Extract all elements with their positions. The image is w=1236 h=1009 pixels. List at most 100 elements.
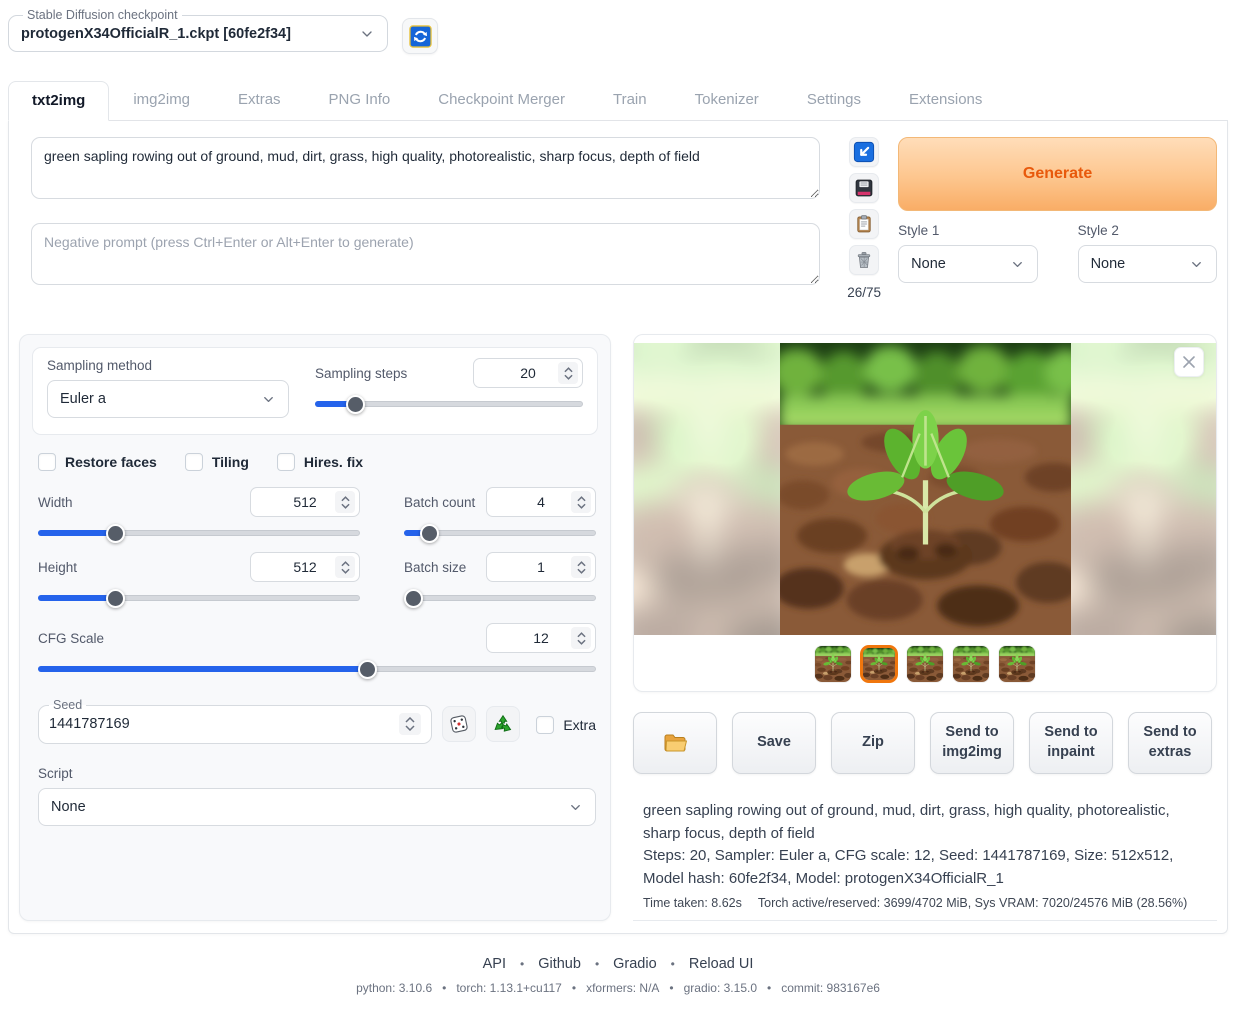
footer-link-github[interactable]: Github bbox=[538, 956, 581, 972]
script-value: None bbox=[51, 799, 86, 815]
tab-png-info[interactable]: PNG Info bbox=[305, 80, 415, 120]
arrow-down-left-icon bbox=[853, 141, 875, 163]
script-select[interactable]: None bbox=[38, 788, 596, 826]
style2-select[interactable]: None bbox=[1078, 245, 1217, 283]
batch-size-input[interactable]: 1 bbox=[486, 552, 596, 582]
generate-button[interactable]: Generate bbox=[898, 137, 1217, 211]
height-input[interactable]: 512 bbox=[250, 552, 360, 582]
hires-fix-label: Hires. fix bbox=[304, 454, 363, 470]
save-style-button[interactable] bbox=[849, 173, 879, 203]
batch-count-slider[interactable] bbox=[404, 524, 596, 542]
dot-separator: • bbox=[520, 957, 524, 971]
paste-style-button[interactable] bbox=[849, 209, 879, 239]
checkbox-icon bbox=[185, 453, 203, 471]
height-label: Height bbox=[38, 560, 77, 575]
negative-prompt-input[interactable] bbox=[31, 223, 820, 285]
restore-faces-checkbox[interactable]: Restore faces bbox=[38, 453, 157, 471]
thumbnail-2-selected[interactable] bbox=[860, 645, 898, 683]
thumbnail-3[interactable] bbox=[906, 645, 944, 683]
tab-settings[interactable]: Settings bbox=[783, 80, 885, 120]
open-folder-button[interactable] bbox=[633, 712, 717, 774]
footer: API• Github• Gradio• Reload UI python: 3… bbox=[8, 956, 1228, 1009]
thumbnail-4[interactable] bbox=[952, 645, 990, 683]
batch-size-slider[interactable] bbox=[404, 589, 596, 607]
height-slider[interactable] bbox=[38, 589, 360, 607]
footer-link-gradio[interactable]: Gradio bbox=[613, 956, 657, 972]
prompt-input[interactable]: green sapling rowing out of ground, mud,… bbox=[31, 137, 820, 199]
send-to-inpaint-button[interactable]: Send to inpaint bbox=[1029, 712, 1113, 774]
tab-extensions[interactable]: Extensions bbox=[885, 80, 1006, 120]
checkpoint-row: Stable Diffusion checkpoint protogenX34O… bbox=[8, 0, 1228, 62]
tab-train[interactable]: Train bbox=[589, 80, 671, 120]
tab-extras[interactable]: Extras bbox=[214, 80, 305, 120]
clear-prompt-button[interactable] bbox=[849, 245, 879, 275]
style1-label: Style 1 bbox=[898, 223, 1037, 238]
sampling-method-label: Sampling method bbox=[47, 358, 289, 373]
tiling-checkbox[interactable]: Tiling bbox=[185, 453, 249, 471]
stepper-icon[interactable] bbox=[571, 491, 591, 513]
batch-count-input[interactable]: 4 bbox=[486, 487, 596, 517]
width-input[interactable]: 512 bbox=[250, 487, 360, 517]
style2-value: None bbox=[1091, 256, 1126, 272]
stepper-icon[interactable] bbox=[571, 556, 591, 578]
time-taken-text: Time taken: 8.62s bbox=[643, 896, 742, 910]
chevron-down-icon bbox=[261, 392, 276, 407]
reuse-seed-button[interactable] bbox=[486, 706, 520, 742]
tab-img2img[interactable]: img2img bbox=[109, 80, 214, 120]
height-value: 512 bbox=[293, 559, 316, 575]
hires-fix-checkbox[interactable]: Hires. fix bbox=[277, 453, 363, 471]
dot-separator: • bbox=[767, 981, 771, 995]
footer-link-api[interactable]: API bbox=[483, 956, 506, 972]
save-button[interactable]: Save bbox=[732, 712, 816, 774]
sampling-method-value: Euler a bbox=[60, 391, 106, 407]
dot-separator: • bbox=[572, 981, 576, 995]
footer-link-reload-ui[interactable]: Reload UI bbox=[689, 956, 753, 972]
stepper-icon[interactable] bbox=[335, 491, 355, 513]
dot-separator: • bbox=[595, 957, 599, 971]
floppy-disk-icon bbox=[854, 178, 874, 198]
checkpoint-select[interactable]: Stable Diffusion checkpoint protogenX34O… bbox=[8, 8, 388, 52]
tab-tokenizer[interactable]: Tokenizer bbox=[671, 80, 783, 120]
generated-image[interactable] bbox=[780, 343, 1071, 635]
stepper-icon[interactable] bbox=[558, 362, 578, 384]
refresh-checkpoint-button[interactable] bbox=[402, 18, 438, 54]
stepper-icon[interactable] bbox=[399, 713, 421, 735]
trash-icon bbox=[854, 250, 874, 270]
send-to-extras-button[interactable]: Send to extras bbox=[1128, 712, 1212, 774]
send-to-img2img-button[interactable]: Send to img2img bbox=[930, 712, 1014, 774]
stepper-icon[interactable] bbox=[571, 627, 591, 649]
stepper-icon[interactable] bbox=[335, 556, 355, 578]
seed-input[interactable]: Seed 1441787169 bbox=[38, 698, 432, 744]
result-gallery bbox=[633, 334, 1217, 692]
dot-separator: • bbox=[669, 981, 673, 995]
close-gallery-button[interactable] bbox=[1174, 347, 1204, 377]
width-value: 512 bbox=[293, 494, 316, 510]
generation-info: green sapling rowing out of ground, mud,… bbox=[633, 800, 1217, 921]
prompt-region: green sapling rowing out of ground, mud,… bbox=[19, 137, 1217, 300]
thumbnail-1[interactable] bbox=[814, 645, 852, 683]
thumbnail-5[interactable] bbox=[998, 645, 1036, 683]
batch-count-value: 4 bbox=[537, 494, 545, 510]
tab-txt2img[interactable]: txt2img bbox=[8, 81, 109, 121]
style1-select[interactable]: None bbox=[898, 245, 1037, 283]
cfg-scale-input[interactable]: 12 bbox=[486, 623, 596, 653]
tab-checkpoint-merger[interactable]: Checkpoint Merger bbox=[414, 80, 589, 120]
read-params-button[interactable] bbox=[849, 137, 879, 167]
chevron-down-icon bbox=[359, 26, 375, 42]
cfg-scale-slider[interactable] bbox=[38, 660, 596, 678]
width-slider[interactable] bbox=[38, 524, 360, 542]
generation-settings-panel: Sampling method Euler a Sampling steps bbox=[19, 334, 611, 921]
batch-size-label: Batch size bbox=[404, 560, 466, 575]
sampling-steps-slider[interactable] bbox=[315, 395, 583, 413]
cfg-scale-label: CFG Scale bbox=[38, 631, 104, 646]
chevron-down-icon bbox=[1189, 257, 1204, 272]
sampling-method-select[interactable]: Euler a bbox=[47, 380, 289, 418]
vram-stats-text: Torch active/reserved: 3699/4702 MiB, Sy… bbox=[758, 896, 1187, 910]
random-seed-button[interactable] bbox=[442, 706, 476, 742]
extra-seed-checkbox[interactable]: Extra bbox=[536, 716, 596, 734]
sampling-steps-input[interactable]: 20 bbox=[473, 358, 583, 388]
batch-count-label: Batch count bbox=[404, 495, 475, 510]
zip-button[interactable]: Zip bbox=[831, 712, 915, 774]
extra-seed-label: Extra bbox=[563, 717, 596, 733]
info-prompt-text: green sapling rowing out of ground, mud,… bbox=[643, 800, 1203, 845]
